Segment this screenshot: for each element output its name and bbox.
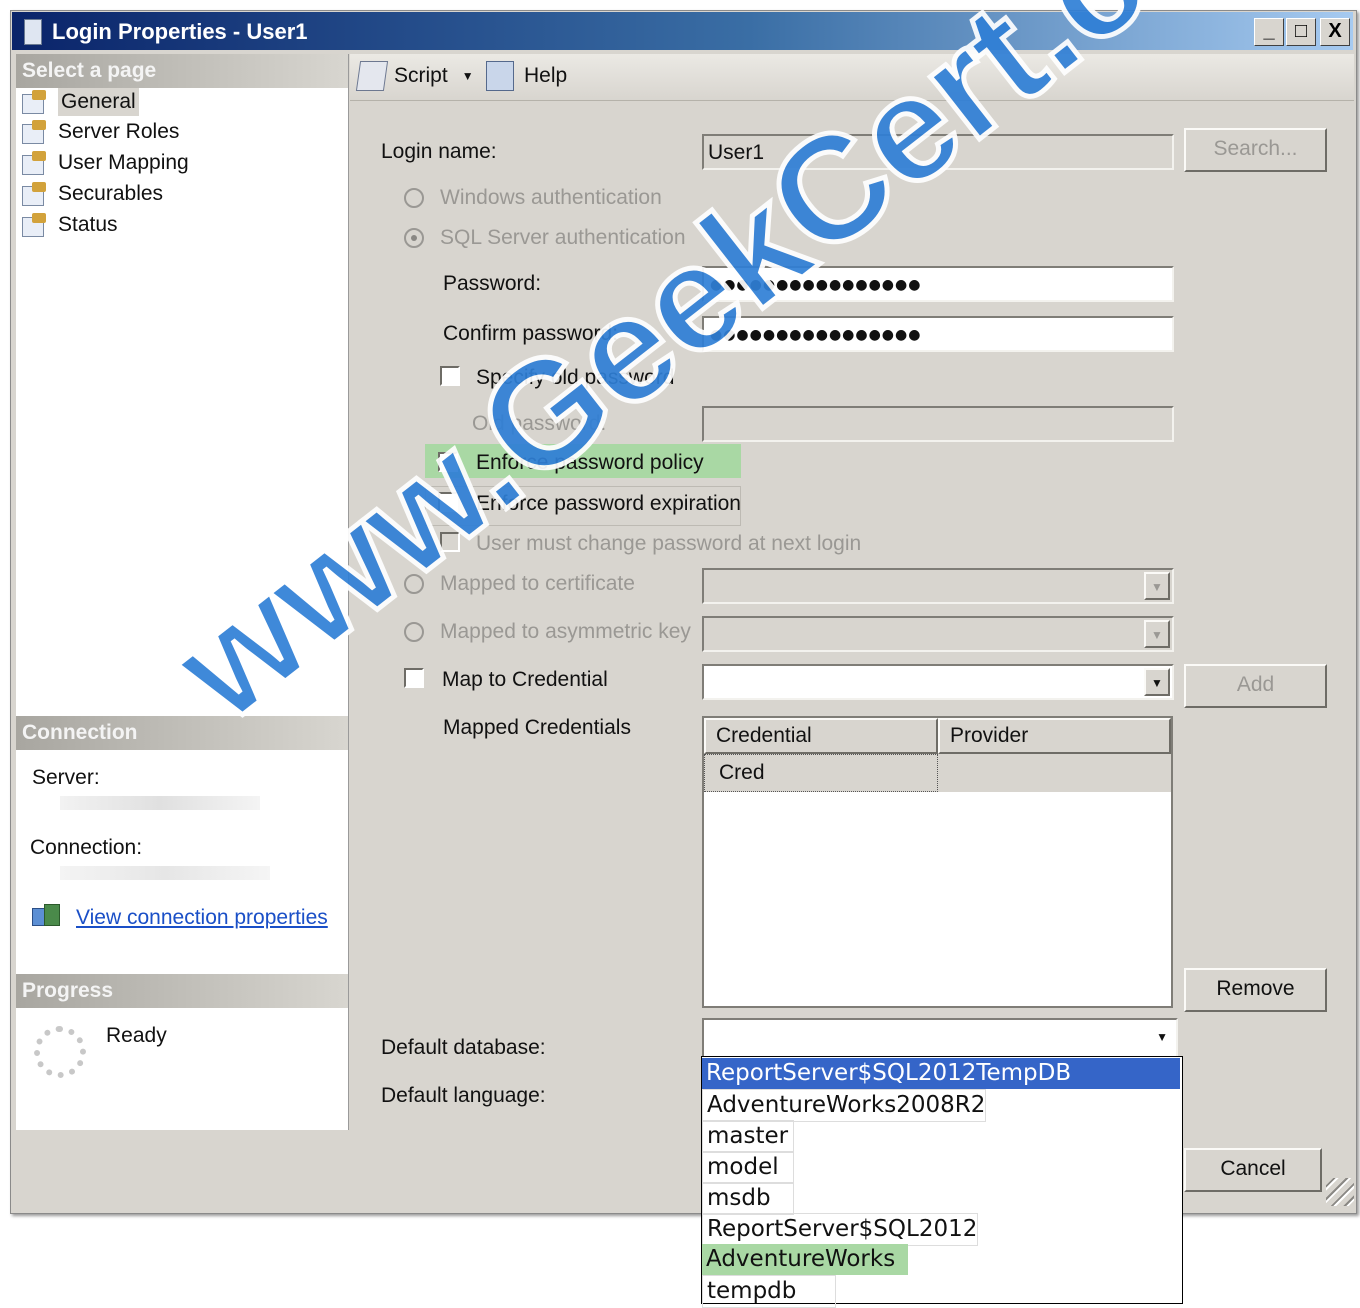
page-item-user-mapping[interactable]: User Mapping [20,149,189,177]
connection-header: Connection [16,716,348,750]
server-value-redacted [60,796,260,810]
page-wrench-icon [20,182,48,206]
window-app-icon [24,19,42,45]
progress-header: Progress [16,974,348,1008]
page-item-status[interactable]: Status [20,211,118,239]
help-label: Help [524,64,568,87]
chevron-down-icon: ▼ [1144,620,1170,648]
grid-column-credential[interactable]: Credential [704,718,938,754]
search-button[interactable]: Search... [1184,128,1327,172]
must-change-checkbox[interactable] [440,532,460,552]
page-item-label: User Mapping [58,151,189,174]
window-title: Login Properties - User1 [52,19,308,44]
map-credential-checkbox[interactable] [404,668,424,688]
connection-properties-icon [32,904,62,930]
enforce-expiration-label: Enforce password expiration [476,492,741,515]
certificate-combo[interactable]: ▼ [702,568,1174,604]
page-item-label: General [58,88,139,116]
sql-auth-radio[interactable] [404,228,424,248]
chevron-down-icon: ▼ [1144,668,1170,696]
help-icon [486,61,514,91]
connection-label: Connection: [30,836,143,859]
enforce-policy-checkbox[interactable] [438,452,458,472]
page-item-server-roles[interactable]: Server Roles [20,118,179,146]
mapped-asym-key-label: Mapped to asymmetric key [440,620,691,643]
password-label: Password: [443,272,542,295]
page-wrench-icon [20,90,48,114]
script-icon [355,61,389,91]
mapped-certificate-radio[interactable] [404,574,424,594]
specify-old-password-label: Specify old password [476,366,675,389]
page-item-label: Server Roles [58,120,180,143]
page-item-label: Status [58,213,118,236]
script-button[interactable]: Script ▼ [355,58,474,94]
page-item-securables[interactable]: Securables [20,180,163,208]
mapped-credentials-grid[interactable]: Credential Provider Cred [702,716,1173,1008]
default-language-label: Default language: [381,1084,546,1107]
select-page-header: Select a page [16,54,348,88]
page-wrench-icon [20,151,48,175]
cancel-button[interactable]: Cancel [1184,1148,1322,1192]
list-item[interactable]: msdb [702,1182,794,1215]
old-password-field[interactable] [702,406,1174,442]
progress-status: Ready [106,1024,167,1047]
list-item[interactable]: tempdb [702,1275,836,1308]
page-item-general[interactable]: General [20,88,139,116]
list-item[interactable]: AdventureWorks [702,1244,908,1275]
chevron-down-icon: ▼ [1156,1030,1168,1044]
resize-grip-icon[interactable] [1326,1178,1354,1206]
list-item[interactable]: ReportServer$SQL2012 [702,1213,979,1246]
list-item[interactable]: model [702,1151,794,1184]
windows-auth-radio[interactable] [404,188,424,208]
default-database-label: Default database: [381,1036,546,1059]
enforce-policy-label: Enforce password policy [476,451,704,474]
script-label: Script [394,64,448,87]
chevron-down-icon: ▼ [1144,572,1170,600]
windows-auth-label: Windows authentication [440,186,662,209]
mapped-certificate-label: Mapped to certificate [440,572,635,595]
help-button[interactable]: Help [486,58,567,94]
login-name-label: Login name: [381,140,497,163]
specify-old-password-checkbox[interactable] [440,366,460,386]
page-item-label: Securables [58,182,164,205]
confirm-password-value: ●●●●●●●●●●●●●●●● [710,327,922,343]
connection-value-redacted [60,866,270,880]
enforce-expiration-checkbox[interactable] [438,492,458,512]
grid-column-provider[interactable]: Provider [938,718,1171,754]
close-button[interactable]: X [1320,18,1350,46]
page-wrench-icon [20,213,48,237]
mapped-asym-key-radio[interactable] [404,622,424,642]
credential-combo[interactable]: ▼ [702,664,1174,700]
password-field[interactable]: ●●●●●●●●●●●●●●●● [702,266,1174,302]
confirm-password-label: Confirm password: [443,322,619,345]
minimize-button[interactable]: _ [1254,18,1284,46]
table-row[interactable]: Cred [704,754,1171,792]
mapped-credentials-label: Mapped Credentials [443,716,631,739]
server-label: Server: [32,766,100,789]
title-bar[interactable]: Login Properties - User1 [12,12,1353,50]
list-item[interactable]: AdventureWorks2008R2 [702,1089,987,1122]
grid-cell-credential: Cred [704,754,938,792]
password-value: ●●●●●●●●●●●●●●●● [710,277,922,293]
asym-key-combo[interactable]: ▼ [702,616,1174,652]
list-item[interactable]: ReportServer$SQL2012TempDB [702,1058,1180,1089]
maximize-button[interactable]: □ [1286,18,1316,46]
map-credential-label: Map to Credential [442,668,608,691]
login-name-value: User1 [708,141,765,164]
must-change-label: User must change password at next login [476,532,862,555]
login-name-field[interactable]: User1 [702,134,1174,170]
remove-button[interactable]: Remove [1184,968,1327,1012]
add-button[interactable]: Add [1184,664,1327,708]
dropdown-arrow-icon: ▼ [461,69,474,83]
sql-auth-label: SQL Server authentication [440,226,686,249]
confirm-password-field[interactable]: ●●●●●●●●●●●●●●●● [702,316,1174,352]
default-database-combo[interactable]: ▼ [702,1018,1178,1058]
list-item[interactable]: master [702,1120,794,1153]
default-database-dropdown[interactable]: ReportServer$SQL2012TempDB AdventureWork… [701,1056,1183,1308]
view-connection-properties-link[interactable]: View connection properties [76,906,328,930]
progress-spinner-icon [34,1026,86,1078]
old-password-label: Old password: [472,412,607,435]
page-wrench-icon [20,120,48,144]
